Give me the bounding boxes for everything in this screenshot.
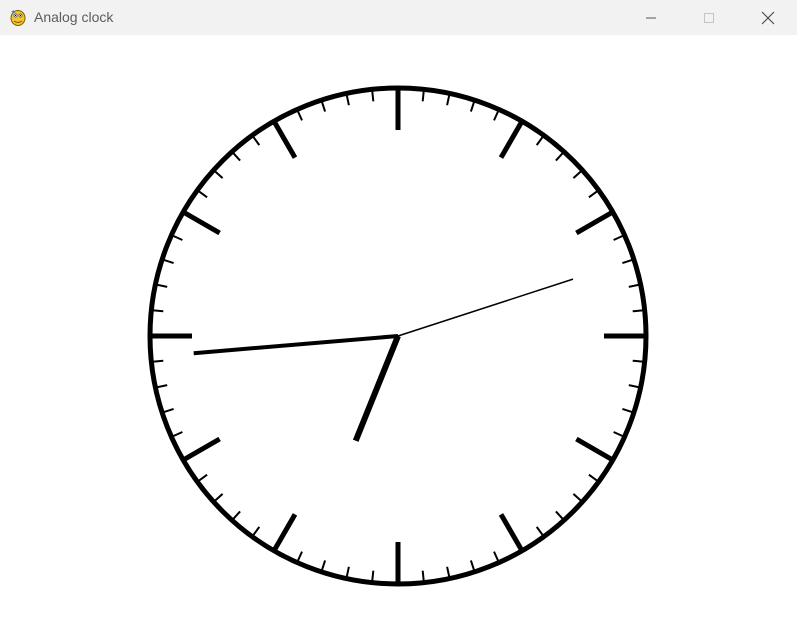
analog-clock [147, 85, 649, 587]
minimize-button[interactable] [622, 0, 680, 35]
close-button[interactable] [739, 0, 797, 35]
minute-tick [152, 359, 164, 363]
minute-tick [371, 570, 375, 582]
app-window: Analog clock [0, 0, 797, 632]
minute-tick [421, 570, 425, 582]
minute-tick [632, 309, 644, 313]
minute-tick [421, 90, 425, 102]
close-icon [761, 11, 775, 25]
minute-tick [371, 90, 375, 102]
title-bar[interactable]: Analog clock [0, 0, 797, 35]
minimize-icon [645, 12, 657, 24]
maximize-button[interactable] [680, 0, 738, 35]
clock-canvas [0, 35, 797, 632]
minute-tick [632, 359, 644, 363]
window-title: Analog clock [34, 9, 114, 25]
python-snake-icon [8, 7, 28, 27]
minute-tick [152, 309, 164, 313]
maximize-icon [703, 12, 715, 24]
